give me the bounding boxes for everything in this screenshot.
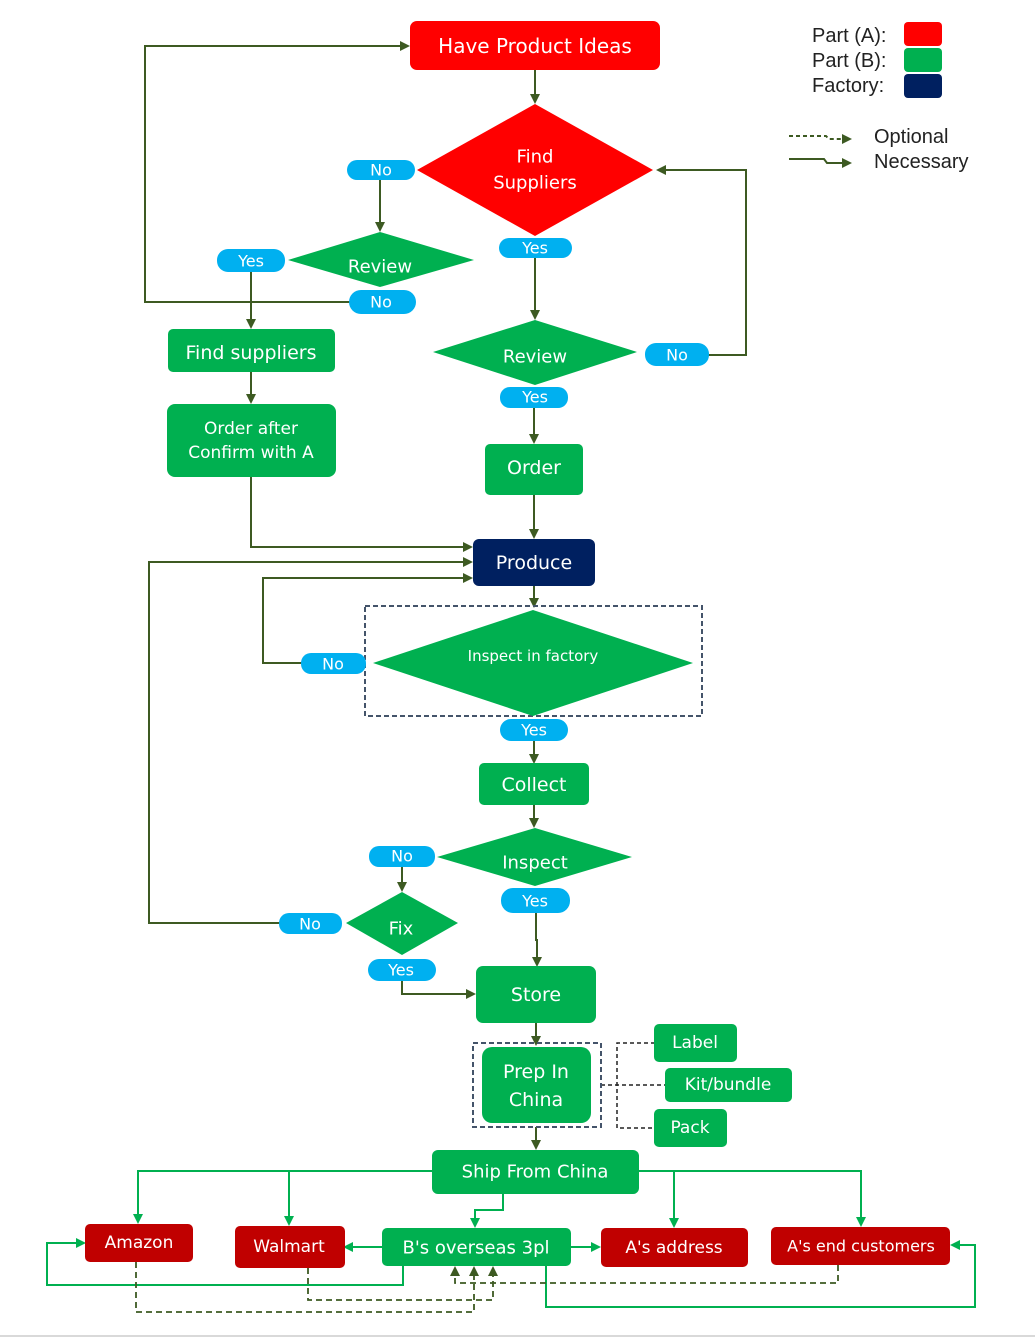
- badge-no-review-left: No: [349, 290, 416, 314]
- arrow-yes-to-store: [532, 912, 542, 967]
- node-store[interactable]: Store: [476, 966, 596, 1023]
- order-after-label-2: Confirm with A: [188, 443, 314, 463]
- arrow-customers-return-to-3pl: [450, 1265, 839, 1284]
- arrow-order-after-to-produce: [250, 477, 473, 552]
- svg-text:Yes: Yes: [387, 961, 414, 980]
- order-after-label-1: Order after: [204, 419, 298, 439]
- svg-text:No: No: [299, 915, 321, 934]
- legend-optional-arrow-icon: [789, 134, 852, 144]
- badge-no-fix: No: [279, 913, 342, 934]
- badge-yes-inspect: Yes: [501, 888, 570, 913]
- arrow-fix-yes-to-store: [401, 980, 476, 999]
- ship-from-china-label: Ship From China: [462, 1162, 609, 1183]
- produce-label: Produce: [496, 552, 572, 574]
- amazon-label: Amazon: [105, 1233, 174, 1253]
- node-pack[interactable]: Pack: [654, 1109, 727, 1147]
- node-find-suppliers-b[interactable]: Find suppliers: [168, 329, 335, 372]
- a-address-label: A's address: [625, 1238, 722, 1258]
- node-fix[interactable]: Fix: [346, 892, 458, 955]
- svg-text:Yes: Yes: [521, 892, 548, 911]
- return-connectors: [135, 1262, 839, 1313]
- badge-yes-find: Yes: [499, 238, 572, 258]
- node-a-end-customers[interactable]: A's end customers: [771, 1227, 950, 1265]
- arrow-ship-to-amazon: [133, 1170, 432, 1224]
- svg-text:Yes: Yes: [237, 252, 264, 271]
- legend-optional-label: Optional: [874, 126, 949, 148]
- node-walmart[interactable]: Walmart: [235, 1226, 345, 1268]
- node-ship-from-china[interactable]: Ship From China: [432, 1150, 639, 1194]
- svg-text:Yes: Yes: [520, 721, 547, 740]
- svg-text:No: No: [370, 293, 392, 312]
- legend-necessary-label: Necessary: [874, 151, 968, 173]
- node-inspect-in-factory[interactable]: Inspect in factory: [373, 610, 693, 716]
- badge-no-find: No: [347, 160, 415, 180]
- legend-factory-label: Factory:: [812, 75, 884, 97]
- svg-text:No: No: [666, 346, 688, 365]
- have-product-ideas-label: Have Product Ideas: [438, 34, 632, 58]
- node-inspect[interactable]: Inspect: [437, 828, 632, 886]
- node-kit-bundle[interactable]: Kit/bundle: [665, 1068, 792, 1102]
- badge-no-review-right: No: [645, 343, 709, 366]
- arrow-amazon-return-to-3pl: [135, 1262, 479, 1313]
- svg-text:Yes: Yes: [521, 239, 548, 258]
- node-review-left[interactable]: Review: [288, 232, 474, 287]
- review-right-label: Review: [503, 347, 567, 368]
- review-left-label: Review: [348, 257, 412, 278]
- badge-yes-fix: Yes: [368, 959, 436, 981]
- label-label: Label: [672, 1033, 718, 1053]
- node-prep-in-china[interactable]: Prep In China: [482, 1047, 591, 1123]
- arrow-ship-to-3pl: [470, 1194, 504, 1228]
- node-a-address[interactable]: A's address: [601, 1228, 748, 1267]
- badge-yes-inspect-factory: Yes: [500, 719, 568, 741]
- order-label: Order: [507, 457, 561, 479]
- legend-part-b-swatch: [904, 48, 942, 72]
- kit-bundle-label: Kit/bundle: [685, 1075, 772, 1095]
- node-collect[interactable]: Collect: [479, 763, 589, 805]
- legend-part-a-swatch: [904, 22, 942, 46]
- collect-label: Collect: [501, 774, 566, 796]
- node-amazon[interactable]: Amazon: [85, 1224, 193, 1262]
- node-produce[interactable]: Produce: [473, 539, 595, 586]
- svg-text:No: No: [391, 847, 413, 866]
- inspect-in-factory-label: Inspect in factory: [468, 647, 599, 665]
- prep-label-2: China: [509, 1089, 563, 1111]
- arrow-fix-no-to-produce: [148, 557, 473, 924]
- svg-text:No: No: [370, 161, 392, 180]
- badge-no-inspect-factory: No: [301, 653, 366, 674]
- node-b-overseas-3pl[interactable]: B's overseas 3pl: [382, 1228, 571, 1266]
- arrow-review-no-back-to-find: [656, 165, 747, 356]
- b-overseas-3pl-label: B's overseas 3pl: [403, 1238, 550, 1259]
- badge-yes-review-right: Yes: [500, 387, 568, 408]
- a-end-customers-label: A's end customers: [787, 1237, 935, 1256]
- node-label[interactable]: Label: [654, 1024, 737, 1062]
- inspect-label: Inspect: [502, 853, 568, 874]
- node-find-suppliers-a[interactable]: Find Suppliers: [417, 104, 653, 236]
- find-suppliers-b-label: Find suppliers: [186, 342, 317, 364]
- svg-text:No: No: [322, 655, 344, 674]
- node-order[interactable]: Order: [485, 444, 583, 495]
- badge-yes-review-left: Yes: [217, 249, 285, 272]
- svg-text:Yes: Yes: [521, 388, 548, 407]
- fix-label: Fix: [389, 919, 414, 940]
- prep-label-1: Prep In: [503, 1061, 569, 1083]
- legend-necessary-arrow-icon: [789, 158, 852, 168]
- connectors: [144, 41, 747, 1150]
- badge-no-inspect: No: [369, 846, 435, 867]
- walmart-label: Walmart: [253, 1237, 325, 1257]
- legend-part-b-label: Part (B):: [812, 50, 886, 72]
- find-suppliers-a-label-1: Find: [517, 147, 554, 168]
- find-suppliers-a-label-2: Suppliers: [493, 173, 577, 194]
- flowchart: Have Product Ideas Find Suppliers Review…: [46, 21, 976, 1313]
- store-label: Store: [511, 984, 561, 1006]
- pack-label: Pack: [670, 1118, 709, 1138]
- node-order-after-confirm[interactable]: Order after Confirm with A: [167, 404, 336, 477]
- legend: Part (A): Part (B): Factory: Optional Ne…: [789, 22, 968, 173]
- node-review-right[interactable]: Review: [433, 320, 637, 385]
- legend-factory-swatch: [904, 74, 942, 98]
- node-have-product-ideas[interactable]: Have Product Ideas: [410, 21, 660, 70]
- arrow-ship-to-a-end-customers: [639, 1170, 866, 1227]
- legend-part-a-label: Part (A):: [812, 25, 886, 47]
